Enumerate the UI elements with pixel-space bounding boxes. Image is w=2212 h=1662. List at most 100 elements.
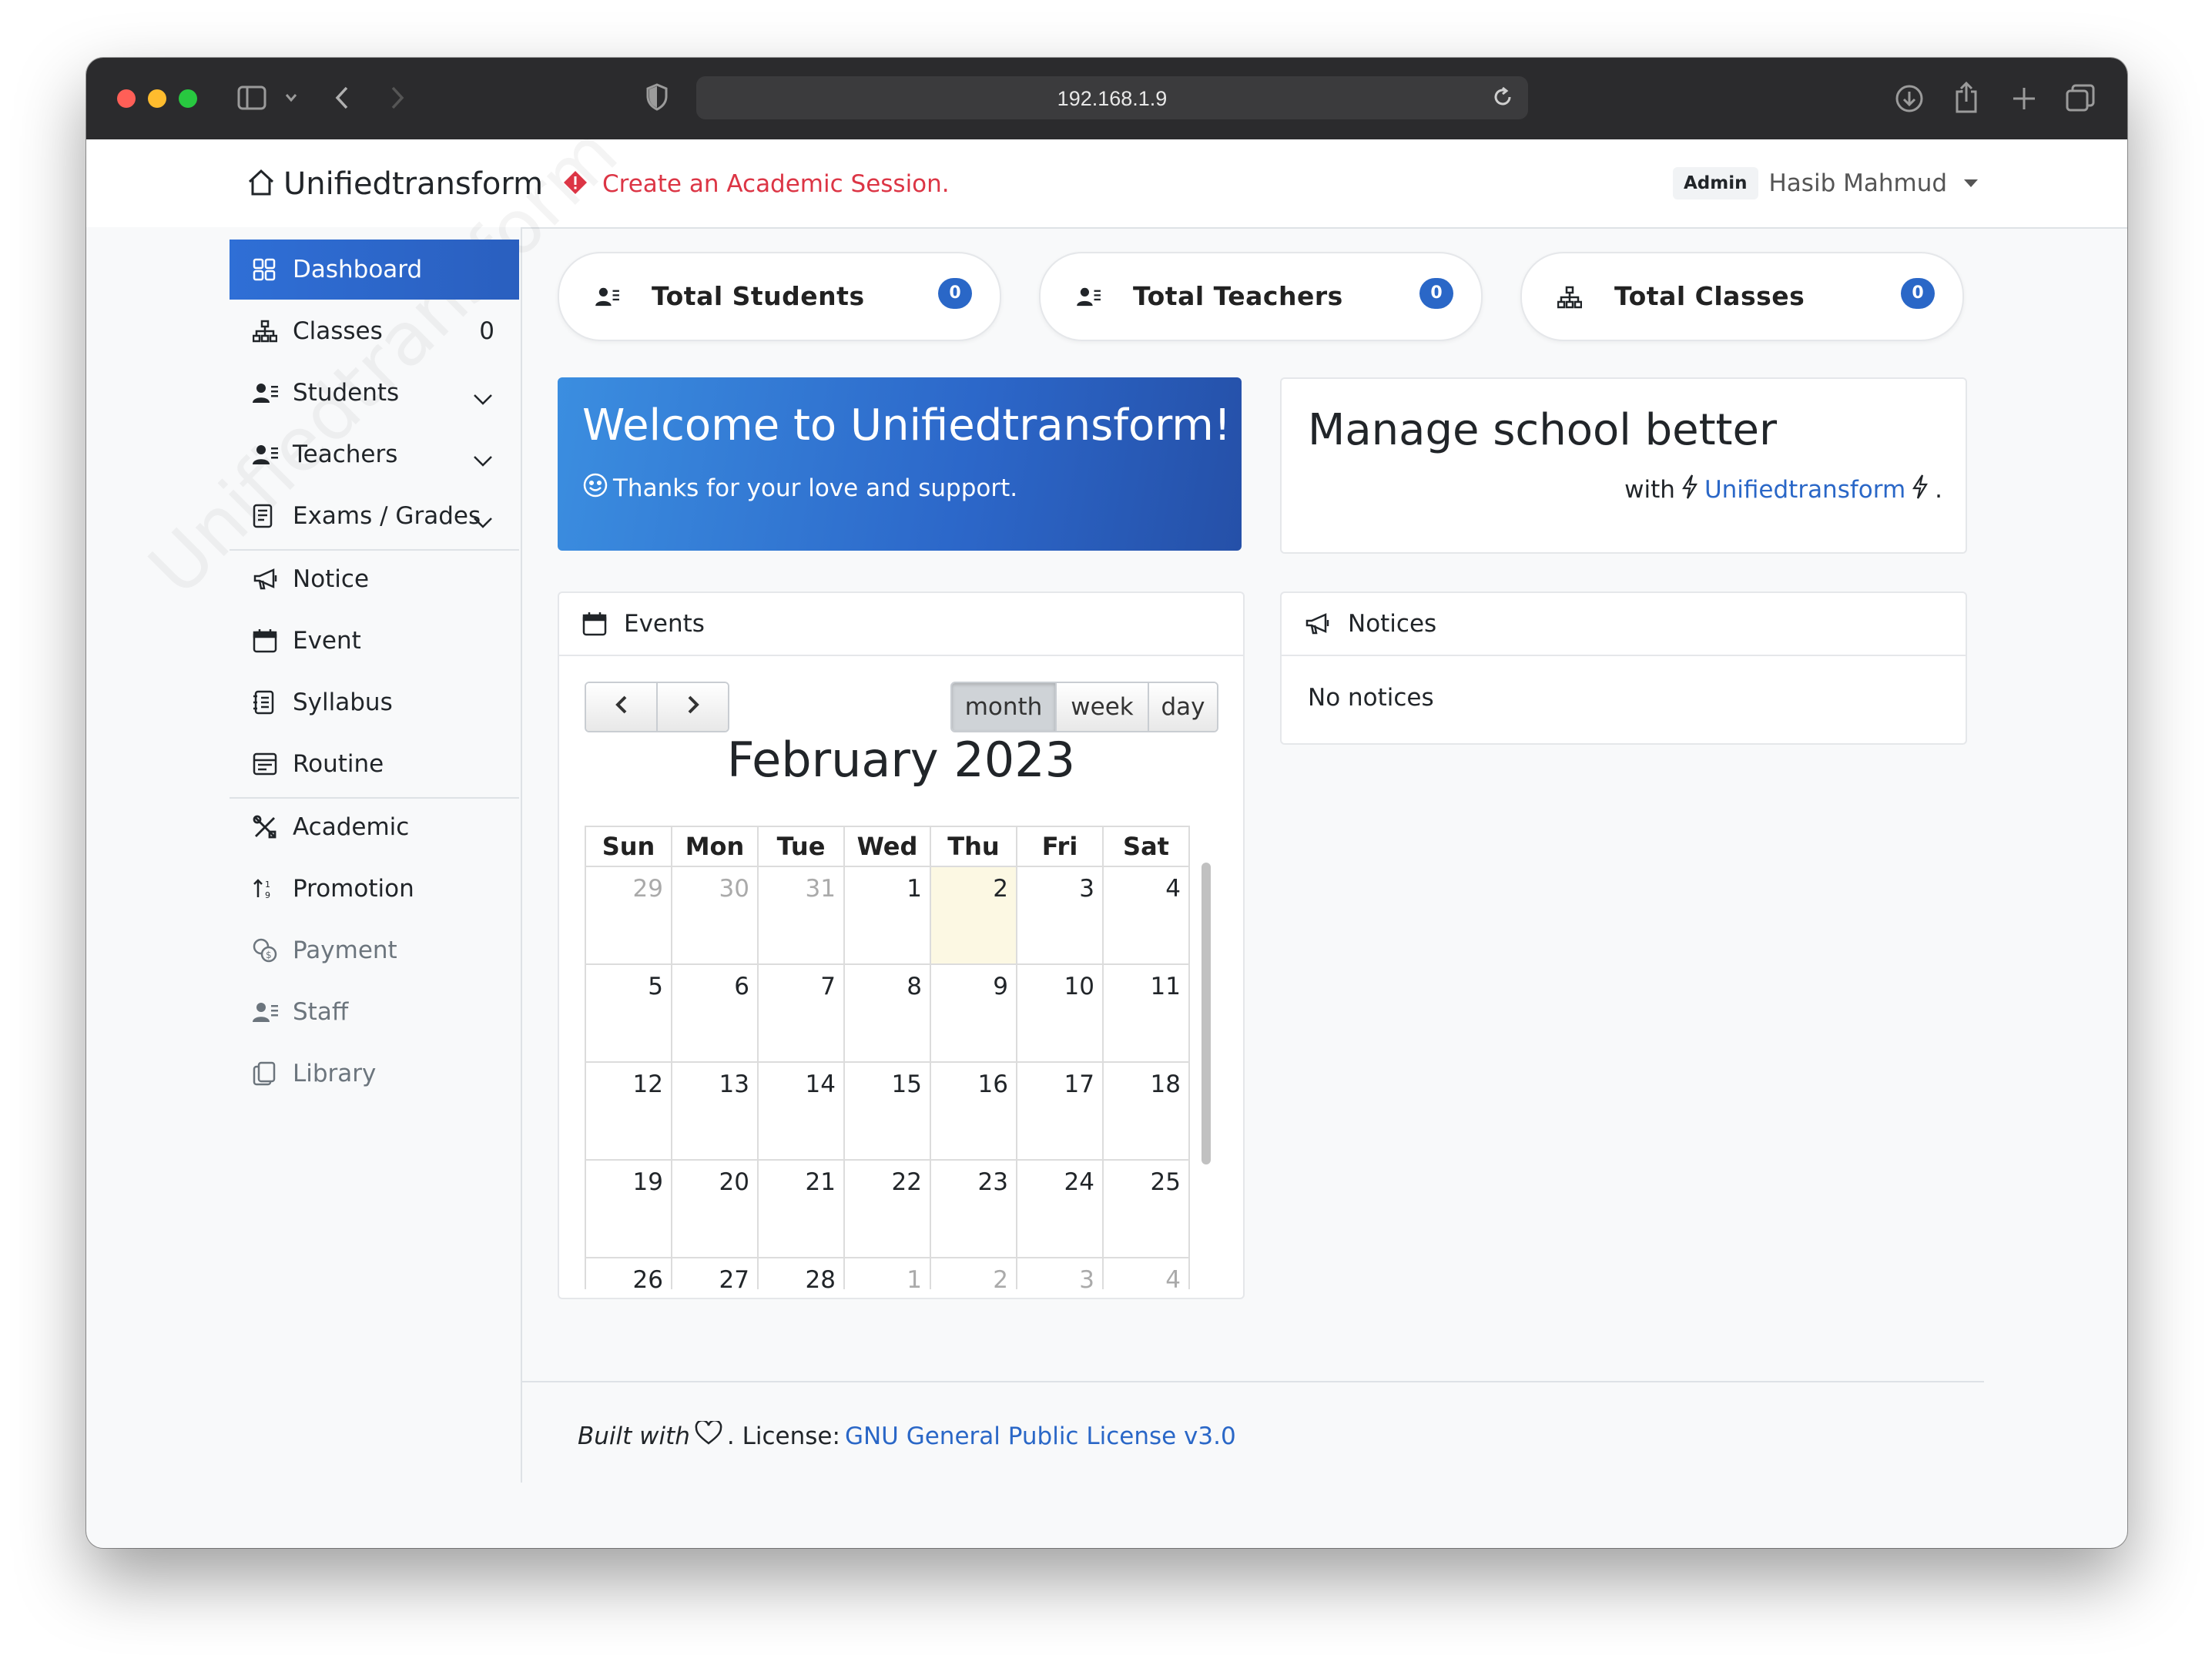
- new-tab-icon[interactable]: [2012, 86, 2036, 111]
- sidebar-item-label: Teachers: [293, 441, 398, 468]
- day-number: 31: [805, 875, 836, 903]
- today-cell[interactable]: 2: [930, 866, 1017, 965]
- day-cell[interactable]: 22: [843, 1159, 931, 1258]
- chevron-down-icon[interactable]: [285, 93, 297, 102]
- zoom-window-button[interactable]: [179, 89, 197, 108]
- footer: Built with . License: GNU General Public…: [578, 1419, 1236, 1452]
- license-link[interactable]: GNU General Public License v3.0: [845, 1422, 1236, 1450]
- day-cell[interactable]: 29: [585, 866, 672, 965]
- sidebar-item-event[interactable]: Event: [230, 611, 519, 671]
- day-number: 1: [907, 875, 922, 903]
- day-cell[interactable]: 16: [930, 1061, 1017, 1161]
- calendar-nav-group: [585, 682, 729, 732]
- day-cell[interactable]: 6: [671, 963, 759, 1063]
- day-cell[interactable]: 14: [757, 1061, 845, 1161]
- day-cell[interactable]: 11: [1102, 963, 1190, 1063]
- user-menu[interactable]: Admin Hasib Mahmud: [1673, 167, 1979, 199]
- day-cell[interactable]: 30: [671, 866, 759, 965]
- day-cell[interactable]: 25: [1102, 1159, 1190, 1258]
- calendar-icon: [253, 628, 279, 653]
- calendar: month week day February 2023 Sun Mon Tue…: [559, 593, 1243, 1298]
- sidebar-item-library[interactable]: Library: [230, 1044, 519, 1104]
- day-cell[interactable]: 1: [843, 866, 931, 965]
- calendar-fade: [585, 1289, 1193, 1298]
- day-cell[interactable]: 19: [585, 1159, 672, 1258]
- day-cell[interactable]: 7: [757, 963, 845, 1063]
- back-icon[interactable]: [334, 85, 350, 110]
- day-cell[interactable]: 31: [757, 866, 845, 965]
- day-number: 10: [1064, 973, 1094, 1000]
- day-view-button[interactable]: day: [1149, 683, 1217, 731]
- day-cell[interactable]: 10: [1016, 963, 1104, 1063]
- total-students-card[interactable]: Total Students 0: [558, 252, 1001, 341]
- day-number: 9: [993, 973, 1008, 1000]
- stat-label: Total Classes: [1614, 281, 1805, 311]
- diagram-icon: [1557, 286, 1583, 312]
- day-number: 16: [977, 1071, 1008, 1098]
- day-cell[interactable]: 9: [930, 963, 1017, 1063]
- day-cell[interactable]: 13: [671, 1061, 759, 1161]
- chevron-down-icon: [473, 384, 493, 412]
- minimize-window-button[interactable]: [148, 89, 166, 108]
- weekday-header: Mon: [671, 826, 759, 867]
- prev-month-button[interactable]: [586, 683, 658, 731]
- journal-icon: [253, 690, 279, 715]
- diagram-icon: [253, 320, 279, 343]
- sidebar-item-label: Academic: [293, 813, 410, 841]
- day-cell[interactable]: 12: [585, 1061, 672, 1161]
- person-lines-icon: [253, 443, 279, 466]
- total-teachers-card[interactable]: Total Teachers 0: [1039, 252, 1483, 341]
- day-cell[interactable]: 20: [671, 1159, 759, 1258]
- brand-link[interactable]: Unifiedtransform: [246, 166, 543, 202]
- next-month-button[interactable]: [658, 683, 728, 731]
- sidebar-item-payment[interactable]: $ Payment: [230, 920, 519, 980]
- day-cell[interactable]: 21: [757, 1159, 845, 1258]
- day-cell[interactable]: 17: [1016, 1061, 1104, 1161]
- day-cell[interactable]: 5: [585, 963, 672, 1063]
- create-session-alert[interactable]: Create an Academic Session.: [562, 169, 950, 199]
- brand-link-text[interactable]: Unifiedtransform: [1704, 476, 1905, 504]
- sidebar-item-label: Event: [293, 627, 361, 655]
- sidebar-item-notice[interactable]: Notice: [230, 549, 519, 609]
- day-number: 12: [632, 1071, 663, 1098]
- welcome-title: Welcome to Unifiedtransform!: [582, 400, 1232, 451]
- coins-icon: $: [253, 938, 279, 963]
- reload-icon[interactable]: [1491, 85, 1514, 109]
- day-cell[interactable]: 23: [930, 1159, 1017, 1258]
- sidebar-item-routine[interactable]: Routine: [230, 734, 519, 794]
- month-view-button[interactable]: month: [952, 683, 1057, 731]
- privacy-shield-icon[interactable]: [645, 83, 669, 111]
- no-notices-text: No notices: [1308, 684, 1434, 712]
- svg-text:9: 9: [265, 890, 270, 900]
- sidebar-toggle-icon[interactable]: [237, 85, 266, 110]
- sidebar-item-exams-grades[interactable]: Exams / Grades: [230, 486, 519, 546]
- day-cell[interactable]: 24: [1016, 1159, 1104, 1258]
- week-view-button[interactable]: week: [1057, 683, 1149, 731]
- sidebar-item-students[interactable]: Students: [230, 363, 519, 423]
- sidebar-item-label: Syllabus: [293, 689, 393, 716]
- sidebar-item-promotion[interactable]: 19 Promotion: [230, 859, 519, 919]
- sidebar-item-classes[interactable]: Classes 0: [230, 301, 519, 361]
- tab-overview-icon[interactable]: [2066, 84, 2095, 112]
- weekday-header: Wed: [843, 826, 931, 867]
- downloads-icon[interactable]: [1895, 84, 1924, 113]
- calendar-scrollbar[interactable]: [1202, 863, 1211, 1164]
- day-cell[interactable]: 18: [1102, 1061, 1190, 1161]
- sidebar-item-dashboard[interactable]: Dashboard: [230, 240, 519, 300]
- house-icon: [246, 168, 276, 200]
- total-classes-card[interactable]: Total Classes 0: [1520, 252, 1964, 341]
- day-cell[interactable]: 15: [843, 1061, 931, 1161]
- close-window-button[interactable]: [117, 89, 136, 108]
- sidebar-item-teachers[interactable]: Teachers: [230, 424, 519, 484]
- sidebar-item-label: Staff: [293, 998, 349, 1026]
- day-cell[interactable]: 3: [1016, 866, 1104, 965]
- day-cell[interactable]: 8: [843, 963, 931, 1063]
- address-bar[interactable]: 192.168.1.9: [696, 76, 1528, 119]
- built-with-text: Built with: [578, 1422, 690, 1450]
- sidebar-item-staff[interactable]: Staff: [230, 982, 519, 1042]
- forward-icon[interactable]: [390, 85, 405, 110]
- sidebar-item-academic[interactable]: Academic: [230, 797, 519, 857]
- share-icon[interactable]: [1954, 81, 1979, 113]
- day-cell[interactable]: 4: [1102, 866, 1190, 965]
- sidebar-item-syllabus[interactable]: Syllabus: [230, 672, 519, 732]
